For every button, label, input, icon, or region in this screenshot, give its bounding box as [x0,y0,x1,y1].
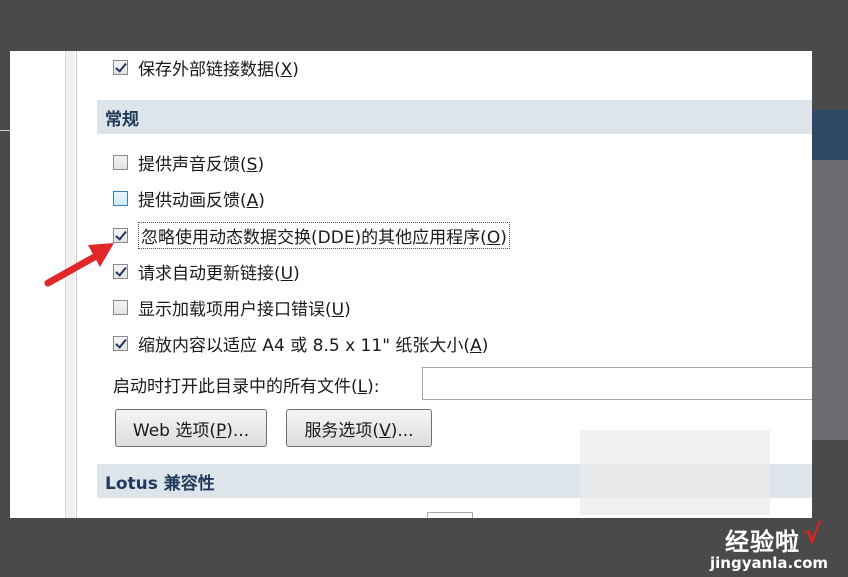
background-window [812,110,848,440]
watermark-url: jingyanla.com [710,554,829,572]
sound-feedback-checkbox[interactable] [113,154,128,170]
web-options-button[interactable]: Web 选项(P)... [115,409,267,447]
general-section-title: 常规 [105,109,139,130]
service-options-button[interactable]: 服务选项(V)... [286,409,432,447]
save-external-links-checkbox[interactable] [113,59,128,75]
general-section-header: 常规 [97,100,812,134]
background-window-strip [812,110,848,160]
addin-ui-errors-label: 显示加载项用户接口错误(U) [138,299,351,320]
background-divider [0,130,10,191]
ignore-dde-option[interactable]: 忽略使用动态数据交换(DDE)的其他应用程序(O) [113,221,510,249]
lotus-section-title: Lotus 兼容性 [105,473,215,494]
sound-feedback-option[interactable]: 提供声音反馈(S) [113,149,264,175]
scale-to-paper-checkbox[interactable] [113,335,128,351]
lotus-field-partial[interactable] [427,512,473,518]
addin-ui-errors-checkbox[interactable] [113,299,128,315]
startup-folder-label: 启动时打开此目录中的所有文件(L): [113,376,380,397]
annotation-arrow-icon [44,243,114,287]
blur-overlay [580,430,770,515]
save-external-links-label: 保存外部链接数据(X) [138,59,299,80]
startup-folder-input[interactable] [422,367,812,400]
animation-feedback-option[interactable]: 提供动画反馈(A) [113,185,265,211]
auto-update-links-label: 请求自动更新链接(U) [138,263,300,284]
watermark-text: 经验啦 [725,528,800,556]
scale-to-paper-option[interactable]: 缩放内容以适应 A4 或 8.5 x 11" 纸张大小(A) [113,330,488,356]
watermark-check-icon: √ [804,520,822,550]
watermark: 经验啦 √ jingyanla.com [700,520,840,574]
sound-feedback-label: 提供声音反馈(S) [138,154,265,175]
addin-ui-errors-option[interactable]: 显示加载项用户接口错误(U) [113,294,351,320]
save-external-links-option[interactable]: 保存外部链接数据(X) [113,54,299,80]
animation-feedback-checkbox[interactable] [113,190,128,206]
animation-feedback-label: 提供动画反馈(A) [138,190,265,211]
ignore-dde-label: 忽略使用动态数据交换(DDE)的其他应用程序(O) [138,221,510,249]
scale-to-paper-label: 缩放内容以适应 A4 或 8.5 x 11" 纸张大小(A) [138,335,489,356]
